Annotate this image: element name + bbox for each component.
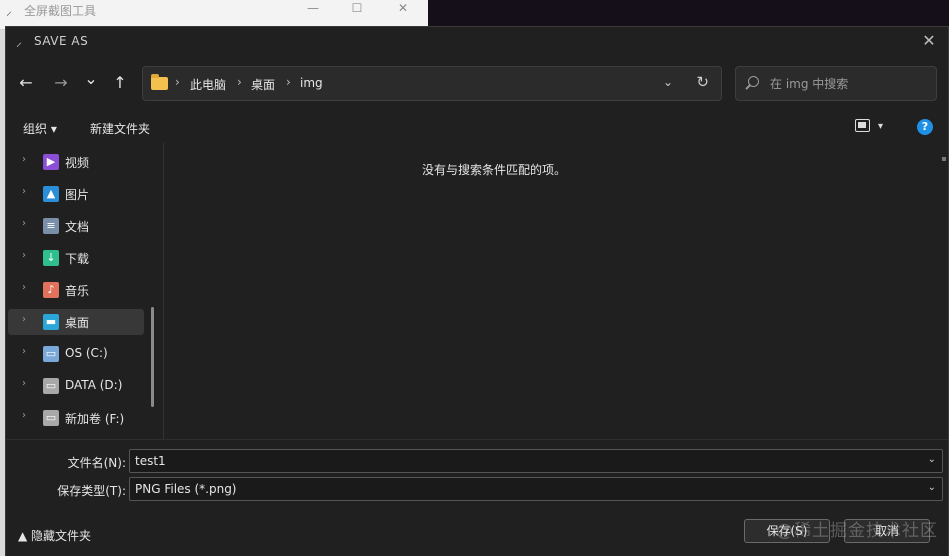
up-button[interactable]: ↑ — [108, 71, 132, 95]
dialog-title: SAVE AS — [34, 34, 89, 48]
maximize-button[interactable]: ☐ — [334, 1, 380, 19]
view-icon[interactable] — [855, 119, 870, 132]
minimize-button[interactable]: — — [290, 1, 336, 19]
chevron-right-icon[interactable]: › — [22, 282, 26, 293]
picture-icon: ▲ — [43, 186, 59, 202]
chevron-right-icon[interactable]: › — [22, 186, 26, 197]
cancel-button[interactable]: 取消 — [844, 519, 930, 543]
organize-button[interactable]: 组织 ▾ — [23, 120, 57, 137]
sidebar-item[interactable]: › ▭ DATA (D:) — [8, 373, 144, 399]
breadcrumb-separator[interactable]: › — [286, 75, 291, 89]
chevron-right-icon[interactable]: › — [22, 154, 26, 165]
video-icon: ▶ — [43, 154, 59, 170]
feather-icon: ⸝ — [6, 4, 13, 18]
breadcrumb-this-pc[interactable]: 此电脑 — [190, 76, 226, 93]
sidebar-item-label: 桌面 — [65, 316, 90, 330]
sidebar-item-label: 视频 — [65, 156, 90, 170]
sidebar-item-label: DATA (D:) — [65, 378, 123, 392]
document-icon: ≡ — [43, 218, 59, 234]
sidebar-item-label: OS (C:) — [65, 346, 108, 360]
breadcrumb-desktop[interactable]: 桌面 — [251, 76, 275, 93]
background-window-title: 全屏截图工具 — [24, 4, 97, 18]
sidebar-item[interactable]: › ▶ 视频 — [8, 149, 144, 175]
desktop-icon: ▬ — [43, 314, 59, 330]
search-icon — [748, 76, 759, 87]
filetype-value: PNG Files (*.png) — [135, 482, 237, 496]
dialog-close-button[interactable]: ✕ — [916, 30, 942, 54]
filename-label: 文件名(N): — [67, 456, 126, 470]
navigation-pane: › ▶ 视频 › ▲ 图片 › ≡ 文档 › ↓ 下载 › ♪ 音乐 › ▬ 桌面 › ▭ OS (C:) › ▭ DATA … — [6, 143, 164, 439]
hide-folders-button[interactable]: ▲ 隐藏文件夹 — [18, 527, 91, 544]
breadcrumb-img[interactable]: img — [300, 76, 323, 90]
dialog-titlebar: ⸝ SAVE AS ✕ — [6, 27, 948, 57]
drive-icon: ▭ — [43, 378, 59, 394]
download-icon: ↓ — [43, 250, 59, 266]
sidebar-item-label: 下载 — [65, 252, 90, 266]
feather-icon: ⸝ — [16, 35, 23, 49]
navigation-scrollbar[interactable] — [151, 307, 154, 407]
sidebar-item[interactable]: › ♪ 音乐 — [8, 277, 144, 303]
chevron-right-icon[interactable]: › — [22, 218, 26, 229]
chevron-right-icon[interactable]: › — [22, 378, 26, 389]
sidebar-item[interactable]: › ↓ 下载 — [8, 245, 144, 271]
drive-c-icon: ▭ — [43, 346, 59, 362]
screen: ⸝ 全屏截图工具 — ☐ ✕ ⸝ SAVE AS ✕ ← → ⌄ ↑ › 此电脑… — [0, 0, 949, 556]
address-dropdown-button[interactable]: ⌄ — [663, 75, 673, 89]
folder-icon — [151, 74, 168, 90]
sidebar-item[interactable]: › ▲ 图片 — [8, 181, 144, 207]
music-icon: ♪ — [43, 282, 59, 298]
view-dropdown-button[interactable]: ▾ — [878, 121, 883, 132]
close-button[interactable]: ✕ — [380, 1, 426, 19]
chevron-down-icon[interactable]: ⌄ — [928, 454, 936, 465]
empty-list-message: 没有与搜索条件匹配的项。 — [421, 163, 566, 177]
filetype-label: 保存类型(T): — [57, 484, 126, 498]
save-button[interactable]: 保存(S) — [744, 519, 830, 543]
filename-value: test1 — [135, 454, 166, 468]
chevron-right-icon[interactable]: › — [22, 314, 26, 325]
chevron-right-icon[interactable]: › — [22, 346, 26, 357]
sidebar-item-label: 图片 — [65, 188, 90, 202]
save-as-dialog: ⸝ SAVE AS ✕ ← → ⌄ ↑ › 此电脑 › 桌面 › img ⌄ ↻… — [5, 26, 949, 556]
sidebar-item[interactable]: › ▭ 新加卷 (F:) — [8, 405, 144, 431]
file-list-scrollbar[interactable] — [942, 157, 946, 161]
sidebar-item[interactable]: › ▭ OS (C:) — [8, 341, 144, 367]
drive-icon: ▭ — [43, 410, 59, 426]
refresh-icon[interactable]: ↻ — [696, 73, 709, 91]
recent-locations-button[interactable]: ⌄ — [79, 67, 103, 91]
chevron-down-icon[interactable]: ⌄ — [928, 482, 936, 493]
filetype-select[interactable]: PNG Files (*.png) ⌄ — [129, 477, 943, 501]
new-folder-button[interactable]: 新建文件夹 — [90, 120, 150, 137]
sidebar-item[interactable]: › ≡ 文档 — [8, 213, 144, 239]
sidebar-item-label: 新加卷 (F:) — [65, 412, 125, 426]
sidebar-item-label: 音乐 — [65, 284, 90, 298]
breadcrumb-separator[interactable]: › — [175, 75, 180, 89]
search-box[interactable] — [735, 66, 937, 101]
forward-button[interactable]: → — [49, 71, 73, 95]
address-bar[interactable]: › 此电脑 › 桌面 › img ⌄ ↻ — [142, 66, 722, 101]
chevron-right-icon[interactable]: › — [22, 250, 26, 261]
help-icon[interactable]: ? — [917, 119, 933, 135]
chevron-right-icon[interactable]: › — [22, 410, 26, 421]
search-input[interactable] — [770, 75, 930, 93]
breadcrumb-separator[interactable]: › — [237, 75, 242, 89]
back-button[interactable]: ← — [14, 71, 38, 95]
sidebar-item[interactable]: › ▬ 桌面 — [8, 309, 144, 335]
sidebar-item-label: 文档 — [65, 220, 90, 234]
filename-field[interactable]: test1 ⌄ — [129, 449, 943, 473]
